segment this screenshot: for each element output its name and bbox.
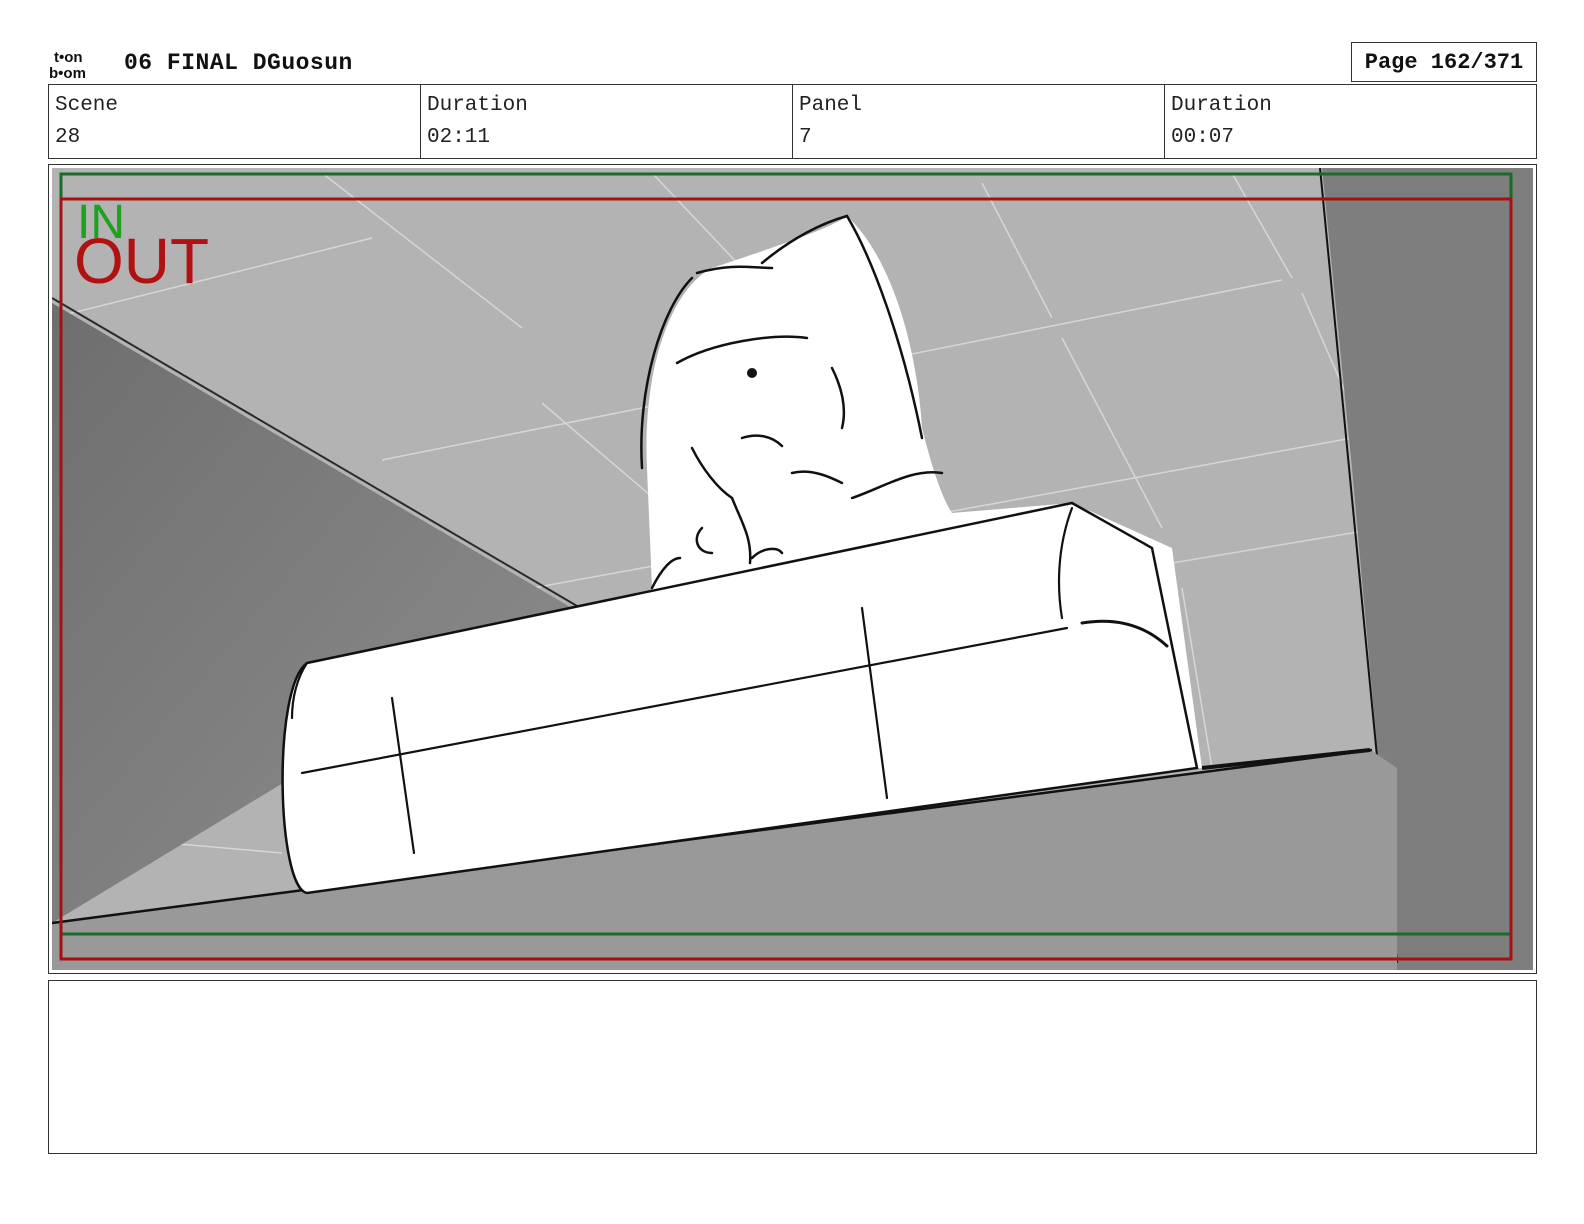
scene-value: 28 xyxy=(55,126,81,149)
panel-duration-value: 00:07 xyxy=(1171,126,1235,149)
out-label: OUT xyxy=(74,225,209,297)
panel-sketch: IN OUT xyxy=(52,168,1533,970)
scene-duration-cell: Duration 02:11 xyxy=(421,85,793,158)
panel-label: Panel xyxy=(799,94,863,117)
scene-label: Scene xyxy=(55,94,119,117)
scene-duration-value: 02:11 xyxy=(427,126,491,149)
storyboard-header: t•on b•om 06 FINAL DGuosun Page 162/371 xyxy=(48,42,1537,84)
character-eye xyxy=(747,368,757,378)
logo-top-text: t•on xyxy=(54,49,83,66)
logo-bottom-text: b•om xyxy=(49,65,86,80)
panel-duration-cell: Duration 00:07 xyxy=(1165,85,1536,158)
panel-image-frame: IN OUT xyxy=(48,164,1537,974)
scene-duration-label: Duration xyxy=(427,94,528,117)
panel-duration-label: Duration xyxy=(1171,94,1272,117)
scene-info-row: Scene 28 Duration 02:11 Panel 7 Duration… xyxy=(48,84,1537,159)
panel-value: 7 xyxy=(799,126,812,149)
scene-cell: Scene 28 xyxy=(49,85,421,158)
page-indicator: Page 162/371 xyxy=(1351,42,1537,82)
panel-cell: Panel 7 xyxy=(793,85,1165,158)
toonboom-logo: t•on b•om xyxy=(49,49,86,80)
project-title: 06 FINAL DGuosun xyxy=(124,50,353,76)
panel-notes-box xyxy=(48,980,1537,1154)
